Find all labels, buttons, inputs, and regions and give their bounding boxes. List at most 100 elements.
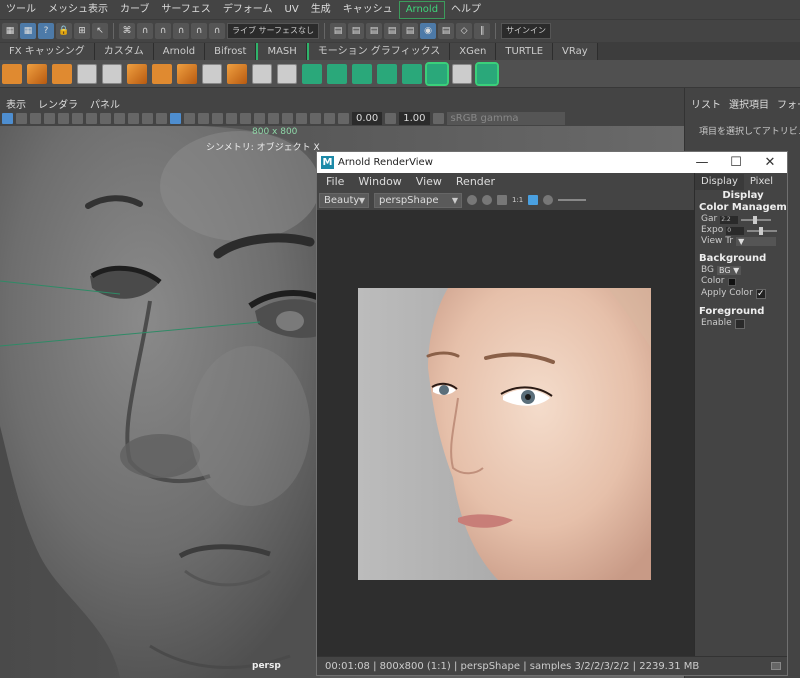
extrude-shelf-icon[interactable] <box>127 63 147 84</box>
exposure-field[interactable]: 0.00 <box>352 111 383 125</box>
depth-of-field-icon[interactable] <box>282 112 293 124</box>
crop-icon[interactable] <box>497 195 507 205</box>
rv-menu-view[interactable]: View <box>409 175 449 188</box>
arnold-ipr-icon[interactable]: ◇ <box>456 23 473 39</box>
bookmark-icon[interactable] <box>16 112 27 124</box>
minimize-icon[interactable]: — <box>685 155 719 170</box>
menu-arnold[interactable]: Arnold <box>398 0 446 19</box>
viewport-menu-panels[interactable]: パネル <box>84 96 126 111</box>
renderview-titlebar[interactable]: M Arnold RenderView — ☐ ✕ <box>317 152 787 173</box>
exposure-input[interactable]: 0 <box>726 226 745 235</box>
attr-tab-list[interactable]: リスト <box>691 96 721 111</box>
gate-mask-icon[interactable] <box>114 112 125 124</box>
cubes-shelf-icon[interactable] <box>377 63 397 84</box>
surface-shelf-icon[interactable] <box>352 63 372 84</box>
side-tab-display[interactable]: Display <box>695 174 744 190</box>
camera-dropdown[interactable]: perspShape ▼ <box>374 192 462 208</box>
ratio-button[interactable]: 1:1 <box>512 196 523 204</box>
rv-menu-render[interactable]: Render <box>449 175 502 188</box>
side-tab-pixel[interactable]: Pixel <box>744 174 779 190</box>
camera-icon[interactable] <box>2 112 13 124</box>
x-tool-shelf-icon[interactable] <box>475 61 499 86</box>
snap-point-icon[interactable]: ∩ <box>155 23 171 39</box>
scatter-shelf-icon[interactable] <box>452 63 472 84</box>
render-canvas[interactable] <box>317 210 694 656</box>
pick-icon[interactable]: ↖ <box>92 23 108 39</box>
rv-menu-file[interactable]: File <box>319 175 351 188</box>
snap-grid-icon[interactable]: ⌘ <box>119 23 135 39</box>
menu-surfaces[interactable]: サーフェス <box>155 0 216 20</box>
exposure-slider[interactable] <box>558 199 587 201</box>
frame-shelf-icon[interactable] <box>202 63 222 84</box>
maximize-icon[interactable]: ☐ <box>719 155 753 170</box>
shelf-tab-custom[interactable]: カスタム <box>94 43 154 60</box>
aov-dropdown[interactable]: Beauty ▼ <box>319 192 369 208</box>
ipr-render-icon[interactable]: ▤ <box>366 23 383 39</box>
snap-curve-icon[interactable]: ∩ <box>137 23 153 39</box>
arrow-shelf-icon[interactable] <box>402 63 422 84</box>
apply-color-checkbox[interactable]: ✓ <box>755 288 766 299</box>
field-chart-icon[interactable] <box>128 112 139 124</box>
shelf-tab-turtle[interactable]: TURTLE <box>496 43 554 60</box>
textured-icon[interactable] <box>198 112 209 124</box>
fold-shelf-icon[interactable] <box>227 63 247 84</box>
hypershade-icon[interactable]: ◉ <box>420 23 437 39</box>
attr-tab-focus[interactable]: フォーカス <box>777 96 800 111</box>
menu-mesh-display[interactable]: メッシュ表示 <box>42 0 114 20</box>
safe-action-icon[interactable] <box>142 112 153 124</box>
close-icon[interactable]: ✕ <box>753 155 787 170</box>
snap-surface-icon[interactable]: ∩ <box>191 23 207 39</box>
curve-shelf-icon[interactable] <box>327 63 347 84</box>
stop-icon[interactable] <box>482 195 492 205</box>
shelf-tab-arnold[interactable]: Arnold <box>153 43 206 60</box>
wireframe-on-shaded-icon[interactable] <box>184 112 195 124</box>
menu-cache[interactable]: キャッシュ <box>337 0 399 20</box>
gamma-input[interactable]: 2.2 <box>720 215 739 224</box>
isolate-select-icon[interactable] <box>296 112 307 124</box>
attr-tab-selected[interactable]: 選択項目 <box>729 96 769 111</box>
ambient-occlusion-icon[interactable] <box>240 112 251 124</box>
shadows-icon[interactable] <box>226 112 237 124</box>
select-mask-icon[interactable]: ⊞ <box>74 23 90 39</box>
bg-dropdown[interactable]: BG ▼ <box>717 266 742 275</box>
xray-icon[interactable] <box>310 112 321 124</box>
lights-icon[interactable] <box>212 112 223 124</box>
box-shelf-icon[interactable] <box>177 63 197 84</box>
gamma-field[interactable]: 1.00 <box>399 111 430 125</box>
2d-pan-icon[interactable] <box>44 112 55 124</box>
resolution-gate-icon[interactable] <box>100 112 111 124</box>
view-transform-dropdown[interactable]: sRGB gamma <box>446 111 565 125</box>
shelf-tab-vray[interactable]: VRay <box>553 43 598 60</box>
live-surface-dropdown[interactable]: ライブ サーフェスなし <box>227 23 320 39</box>
exposure-slider-icon[interactable] <box>543 195 554 205</box>
film-gate-icon[interactable] <box>86 112 97 124</box>
shelf-tab-bifrost[interactable]: Bifrost <box>205 43 257 60</box>
brush-shelf-icon[interactable] <box>77 63 97 84</box>
wireframe-icon[interactable] <box>156 112 167 124</box>
select-component-icon[interactable]: ? <box>38 23 54 39</box>
render-icon[interactable] <box>467 195 477 205</box>
shelf-tab-fx-caching[interactable]: FX キャッシング <box>0 43 95 60</box>
grid-icon[interactable] <box>72 112 83 124</box>
select-hierarchy-icon[interactable]: ▦ <box>2 23 18 39</box>
snap-view-icon[interactable]: ∩ <box>173 23 189 39</box>
cube-shelf-icon[interactable] <box>27 63 47 84</box>
menu-tools[interactable]: ツール <box>0 0 42 20</box>
menu-help[interactable]: ヘルプ <box>445 0 487 20</box>
menu-uv[interactable]: UV <box>279 0 305 20</box>
grid-small-shelf-icon[interactable] <box>277 63 297 84</box>
color-management-icon[interactable] <box>432 112 444 124</box>
rv-menu-window[interactable]: Window <box>351 175 408 188</box>
exposure-icon[interactable] <box>338 112 349 124</box>
render-current-icon[interactable]: ▤ <box>348 23 365 39</box>
construction-history-icon[interactable]: ▤ <box>330 23 347 39</box>
waveform-shelf-icon[interactable] <box>302 63 322 84</box>
shelf-tab-xgen[interactable]: XGen <box>450 43 497 60</box>
menu-deform[interactable]: デフォーム <box>217 0 279 20</box>
statusbar-toggle-icon[interactable] <box>771 662 781 670</box>
signin-dropdown[interactable]: サインイン <box>501 23 552 39</box>
gamma-slider[interactable] <box>741 215 772 224</box>
arnold-render-icon[interactable]: ▤ <box>438 23 455 39</box>
menu-generate[interactable]: 生成 <box>305 0 337 20</box>
render-view-icon[interactable]: ▤ <box>402 23 419 39</box>
